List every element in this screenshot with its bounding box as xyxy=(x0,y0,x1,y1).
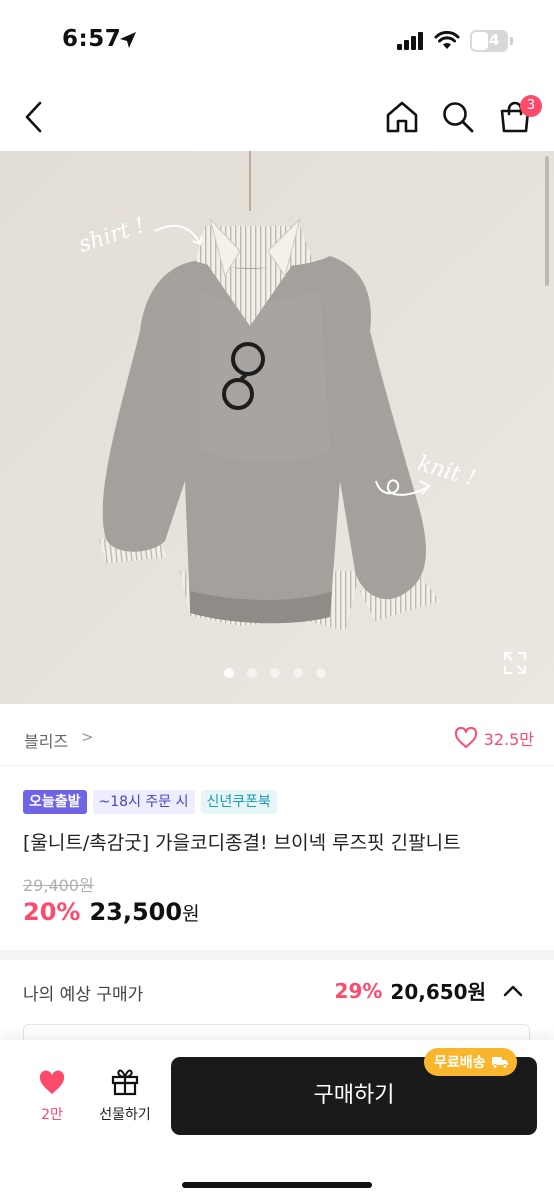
expand-icon[interactable] xyxy=(503,651,527,675)
brand-link[interactable]: 블리즈 xyxy=(24,728,68,752)
cart-count-badge: 3 xyxy=(520,95,542,117)
heart-outline-icon xyxy=(454,727,477,748)
pagination-dot[interactable] xyxy=(270,668,280,678)
free-shipping-label: 무료배송 xyxy=(434,1055,486,1071)
coupon-badge: 신년쿠폰북 xyxy=(200,790,277,814)
page-scroll-indicator xyxy=(545,156,549,286)
badge-row: 오늘출발 ~18시 주문 시 신년쿠폰북 xyxy=(23,790,277,814)
wishlist-button[interactable]: 2만 xyxy=(32,1070,72,1124)
expected-price-row[interactable]: 나의 예상 구매가 29% 20,650원 xyxy=(0,962,554,1018)
product-image-gallery[interactable]: shirt ! knit ! xyxy=(0,151,554,704)
location-arrow-icon xyxy=(120,32,136,48)
product-title: [울니트/촉감굿] 가을코디종결! 브이넥 루즈핏 긴팔니트 xyxy=(23,832,461,854)
expected-price: 20,650원 xyxy=(390,980,486,1004)
heart-filled-icon xyxy=(39,1070,65,1094)
price-row: 20% 23,500원 xyxy=(23,898,200,926)
section-divider xyxy=(0,950,554,960)
status-bar: 6:57 44 xyxy=(0,0,554,80)
gift-icon xyxy=(111,1069,139,1096)
gift-label: 선물하기 xyxy=(99,1107,151,1123)
today-shipping-badge: 오늘출발 xyxy=(23,790,87,814)
expected-discount: 29% xyxy=(334,978,383,1003)
pagination-dot[interactable] xyxy=(316,668,326,678)
chevron-up-icon[interactable] xyxy=(500,981,526,1001)
original-price: 29,400원 xyxy=(23,876,94,895)
chevron-right-icon: > xyxy=(81,728,94,746)
gallery-pagination xyxy=(224,668,326,678)
battery-level: 44 xyxy=(478,31,500,49)
pagination-dot[interactable] xyxy=(293,668,303,678)
wifi-icon xyxy=(434,30,460,49)
brand-row: 블리즈 > 32.5만 xyxy=(0,704,554,766)
expected-price-label: 나의 예상 구매가 xyxy=(23,985,144,1005)
pagination-dot[interactable] xyxy=(224,668,234,678)
order-deadline-badge: ~18시 주문 시 xyxy=(92,790,195,814)
search-icon[interactable] xyxy=(441,100,475,134)
wishlist-count: 2만 xyxy=(41,1107,63,1123)
status-time: 6:57 xyxy=(62,26,122,52)
sale-price: 23,500원 xyxy=(89,898,200,926)
home-indicator xyxy=(182,1182,372,1188)
free-shipping-tag: 무료배송 xyxy=(424,1048,517,1076)
cellular-signal-icon xyxy=(397,32,423,50)
like-count: 32.5만 xyxy=(483,730,534,749)
discount-rate: 20% xyxy=(23,898,81,926)
gift-button[interactable]: 선물하기 xyxy=(92,1068,158,1124)
home-icon[interactable] xyxy=(385,100,419,134)
battery-icon: 44 xyxy=(470,30,508,52)
app-header xyxy=(0,88,554,148)
pagination-dot[interactable] xyxy=(247,668,257,678)
back-icon[interactable] xyxy=(22,100,46,134)
truck-icon xyxy=(491,1057,508,1069)
like-button[interactable]: 32.5만 xyxy=(454,726,534,750)
